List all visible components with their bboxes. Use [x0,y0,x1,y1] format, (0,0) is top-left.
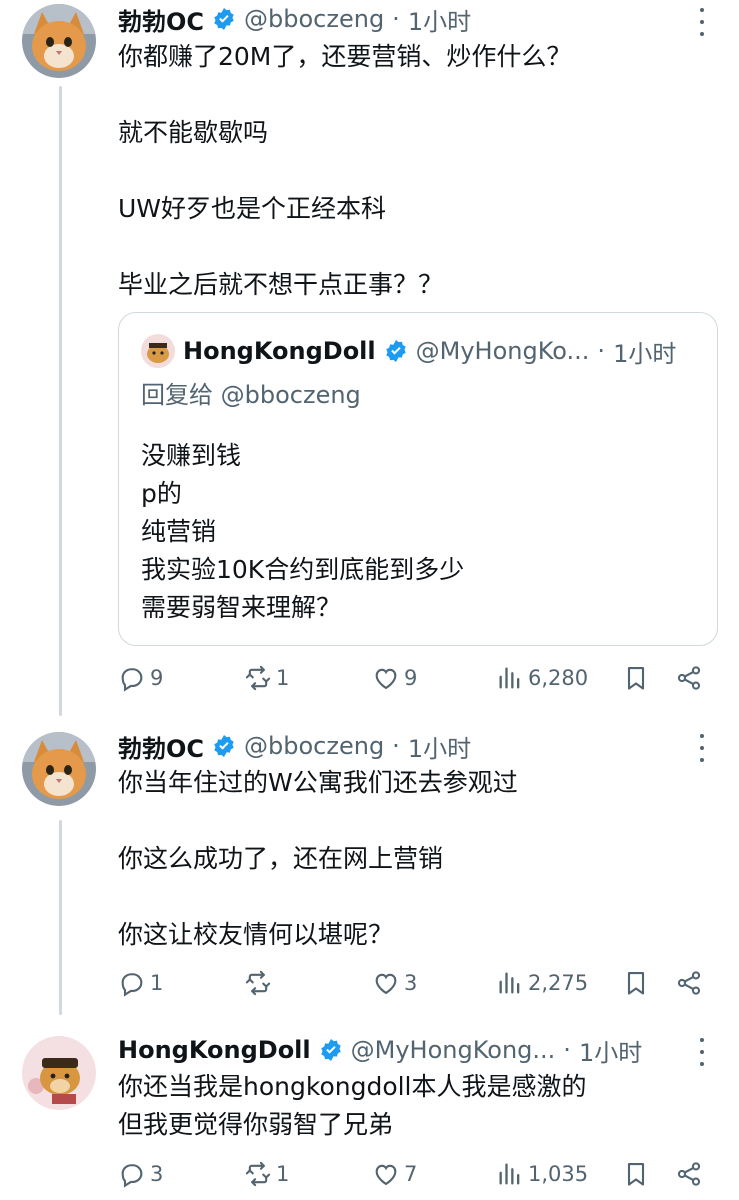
bookmark-button[interactable] [622,664,650,692]
handle[interactable]: @MyHongKong... [351,1036,556,1064]
quote-display-name[interactable]: HongKongDoll [183,337,376,365]
retweet-button[interactable] [244,969,276,997]
quote-handle: @MyHongKo... [415,337,590,365]
views-button[interactable]: 1,035 [496,1160,588,1188]
reply-icon [121,973,143,997]
reply-count: 3 [150,1162,164,1186]
verified-badge-icon [320,1039,341,1061]
retweet-button[interactable]: 1 [244,664,289,692]
views-button[interactable]: 6,280 [496,664,588,692]
reply-icon [121,1164,143,1188]
reply-button[interactable]: 9 [118,664,163,692]
retweet-icon [245,970,271,996]
avatar[interactable] [22,1036,96,1110]
reply-to-label: 回复给 @bboczeng [141,381,361,409]
views-chart-icon [499,667,520,689]
verified-badge-icon [214,735,234,757]
tweet-header: HongKongDoll @MyHongKong... · 1小时 [118,1033,642,1067]
retweet-icon [245,1161,271,1187]
views-button[interactable]: 2,275 [496,969,588,997]
more-options-icon[interactable] [690,1038,714,1066]
reply-button[interactable]: 3 [118,1160,163,1188]
share-button[interactable] [675,664,703,692]
handle[interactable]: @bboczeng [244,732,384,760]
like-count: 3 [404,971,418,995]
tweet-text: 你还当我是hongkongdoll本人我是感激的 但我更觉得你弱智了兄弟 [118,1072,587,1139]
separator-dot: · [597,337,606,365]
separator-dot: · [563,1036,571,1064]
quote-text: 没赚到钱 p的 纯营销 我实验10K合约到底能到多少 需要弱智来理解？ [141,441,465,622]
share-button[interactable] [675,1160,703,1188]
separator-dot: · [392,5,400,33]
bookmark-icon [627,1163,645,1186]
display-name[interactable]: 勃勃OC [118,729,204,764]
reply-count: 9 [150,666,164,690]
retweet-count: 1 [276,1162,290,1186]
thread-connector [59,820,62,1015]
bookmark-icon [627,667,645,690]
bookmark-button[interactable] [622,1160,650,1188]
share-button[interactable] [675,969,703,997]
more-options-icon[interactable] [690,8,714,36]
like-count: 9 [404,666,418,690]
timestamp[interactable]: 1小时 [408,2,471,37]
share-icon [677,1162,701,1186]
quote-header: HongKongDoll @MyHongKo... · 1小时 [141,333,676,369]
timestamp[interactable]: 1小时 [408,729,471,764]
retweet-count: 1 [276,666,290,690]
verified-badge-icon [214,8,234,30]
reply-count: 1 [150,971,164,995]
like-button[interactable]: 7 [372,1160,417,1188]
bookmark-icon [627,972,645,995]
retweet-button[interactable]: 1 [244,1160,289,1188]
retweet-icon [245,665,271,691]
like-count: 7 [404,1162,418,1186]
thread-connector [59,86,62,716]
views-chart-icon [499,1163,520,1185]
timestamp[interactable]: 1小时 [579,1033,642,1068]
more-options-icon[interactable] [690,734,714,762]
display-name[interactable]: 勃勃OC [118,2,204,37]
tweet-header: 勃勃OC @bboczeng · 1小时 [118,2,471,36]
like-button[interactable]: 3 [372,969,417,997]
quote-tweet[interactable]: HongKongDoll @MyHongKo... · 1小时 回复给 @bbo… [118,312,718,646]
tweet-header: 勃勃OC @bboczeng · 1小时 [118,729,471,763]
avatar[interactable] [22,732,96,806]
like-button[interactable]: 9 [372,664,417,692]
bookmark-button[interactable] [622,969,650,997]
views-count: 1,035 [528,1162,589,1186]
reply-button[interactable]: 1 [118,969,163,997]
verified-badge-icon [385,340,406,362]
heart-icon [375,1164,397,1186]
reply-icon [121,668,143,692]
quote-avatar [141,334,175,368]
tweet-text: 你都赚了20M了，还要营销、炒作什么？ 就不能歇歇吗 UW好歹也是个正经本科 毕… [118,42,572,299]
heart-icon [375,973,397,995]
tweet-text: 你当年住过的W公寓我们还去参观过 你这么成功了，还在网上营销 你这让校友情何以堪… [118,768,518,949]
share-icon [677,971,701,995]
display-name[interactable]: HongKongDoll [118,1036,311,1064]
avatar[interactable] [22,4,96,78]
share-icon [677,666,701,690]
views-chart-icon [499,972,520,994]
separator-dot: · [392,732,400,760]
heart-icon [375,668,397,690]
views-count: 2,275 [528,971,589,995]
quote-timestamp: 1小时 [613,339,677,368]
views-count: 6,280 [528,666,589,690]
handle[interactable]: @bboczeng [244,5,384,33]
